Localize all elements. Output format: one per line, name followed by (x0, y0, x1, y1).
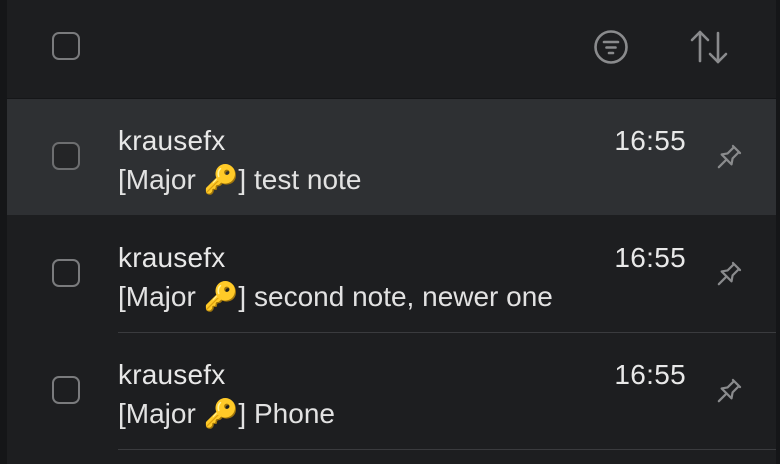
pane-border (776, 0, 780, 464)
sort-button[interactable] (689, 28, 729, 66)
note-sender: krausefx (118, 125, 226, 156)
pin-button[interactable] (711, 375, 745, 409)
select-all-checkbox[interactable] (52, 32, 80, 60)
pin-button[interactable] (711, 258, 745, 292)
filter-button[interactable] (593, 29, 629, 65)
list-toolbar (7, 0, 776, 99)
row-divider (118, 449, 776, 450)
sort-icon (690, 30, 728, 64)
note-subject: [Major 🔑] Phone (118, 398, 335, 429)
filter-icon (594, 30, 628, 64)
note-sender: krausefx (118, 242, 226, 273)
note-subject: [Major 🔑] second note, newer one (118, 281, 553, 312)
pin-icon (717, 144, 742, 169)
note-checkbox[interactable] (52, 376, 80, 404)
note-list-item[interactable]: krausefx 16:55 [Major 🔑] test note (7, 99, 776, 215)
note-time: 16:55 (614, 242, 686, 273)
note-list-item[interactable]: krausefx 16:55 [Major 🔑] Phone (7, 333, 776, 449)
note-subject: [Major 🔑] test note (118, 164, 362, 195)
note-list-item[interactable]: krausefx 16:55 [Major 🔑] second note, ne… (7, 216, 776, 332)
pin-button[interactable] (711, 141, 745, 175)
pin-icon (717, 378, 742, 403)
note-time: 16:55 (614, 359, 686, 390)
note-sender: krausefx (118, 359, 226, 390)
note-time: 16:55 (614, 125, 686, 156)
pin-icon (717, 261, 742, 286)
note-checkbox[interactable] (52, 142, 80, 170)
note-checkbox[interactable] (52, 259, 80, 287)
